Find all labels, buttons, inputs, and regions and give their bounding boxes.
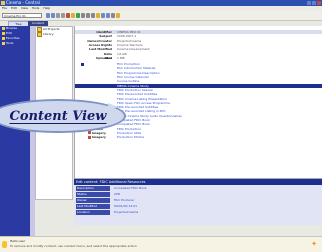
property-row: Size 1 MB — [75, 56, 322, 60]
status-bar: Hello user To remove and modify content,… — [0, 236, 322, 252]
upload-icon[interactable] — [101, 13, 105, 18]
detail-title: Edit content: FDIC Additional Resources — [74, 179, 322, 185]
expand-icon[interactable] — [81, 62, 84, 66]
window-controls — [307, 1, 321, 5]
settings-icon[interactable] — [111, 13, 115, 18]
add-icon[interactable] — [76, 13, 80, 18]
stop-icon[interactable] — [66, 13, 70, 18]
forward-icon[interactable] — [51, 13, 55, 18]
lightbulb-icon — [2, 241, 7, 248]
folder-icon — [2, 32, 5, 35]
resource-row[interactable]: Imagery Production Photos — [75, 135, 322, 139]
copy-icon[interactable] — [86, 13, 90, 18]
callout-text: Content View — [9, 108, 107, 124]
refresh-icon[interactable] — [61, 13, 65, 18]
detail-key: Last Modified — [76, 204, 110, 209]
tree-item-library[interactable]: Library — [36, 32, 72, 37]
callout-pointer — [108, 103, 118, 111]
back-icon[interactable] — [46, 13, 50, 18]
star-icon[interactable]: ✦ — [311, 241, 317, 248]
sidebar-item-tools[interactable]: Tools — [0, 41, 30, 46]
folder-icon[interactable] — [71, 13, 75, 18]
toolbar: Cinema Pro 01 — [0, 11, 322, 21]
download-icon[interactable] — [106, 13, 110, 18]
detail-row: Location Projects/Cinema — [74, 210, 322, 215]
sidebar-item-label: Tools — [6, 41, 14, 45]
detail-key: Status — [76, 192, 110, 197]
detail-value[interactable]: Completed FDIC Book — [114, 186, 147, 191]
star-icon — [2, 37, 5, 40]
wrench-icon — [2, 42, 5, 45]
detail-panel: Edit content: FDIC Additional Resources … — [74, 178, 322, 225]
folder-icon — [37, 32, 42, 37]
status-line-1: Hello user — [10, 239, 26, 243]
folder-icon — [2, 27, 5, 30]
maximize-icon[interactable] — [312, 1, 316, 5]
detail-row: Description Completed FDIC Book — [74, 186, 322, 191]
home-icon[interactable] — [56, 13, 60, 18]
detail-row: Last Modified 09/01/09 12:01 — [74, 204, 322, 209]
minimize-icon[interactable] — [307, 1, 311, 5]
window-title: Cinema - Central — [6, 0, 40, 5]
detail-row: Owner Film Producer — [74, 198, 322, 203]
cut-icon[interactable] — [81, 13, 85, 18]
tree-item-label: Library — [43, 32, 54, 36]
application-window: Cinema - Central File Edit View Tools He… — [0, 0, 322, 252]
detail-key: Location — [76, 210, 110, 215]
detail-key: Description — [76, 186, 110, 191]
paste-icon[interactable] — [91, 13, 95, 18]
address-field[interactable]: Cinema Pro 01 — [2, 13, 42, 18]
detail-value[interactable]: Film Producer — [114, 198, 134, 203]
detail-value[interactable]: CPD — [114, 192, 120, 197]
resource-icon — [88, 135, 91, 139]
detail-key: Owner — [76, 198, 110, 203]
detail-value[interactable]: 09/01/09 12:01 — [114, 204, 137, 209]
resource-category: Imagery — [92, 135, 106, 140]
property-key: Size — [105, 55, 112, 60]
status-line-2: To remove and modify content, use contex… — [10, 244, 137, 248]
help-icon[interactable] — [116, 13, 120, 18]
toolbar-icons — [46, 13, 120, 18]
app-icon — [1, 1, 5, 5]
close-icon[interactable] — [317, 1, 321, 5]
property-value: 1 MB — [117, 55, 125, 60]
detail-value[interactable]: Projects/Cinema — [114, 210, 138, 215]
resource-icon — [88, 131, 91, 135]
search-icon[interactable] — [96, 13, 100, 18]
resource-link[interactable]: Production Photos — [117, 135, 144, 139]
detail-row: Status CPD — [74, 192, 322, 197]
